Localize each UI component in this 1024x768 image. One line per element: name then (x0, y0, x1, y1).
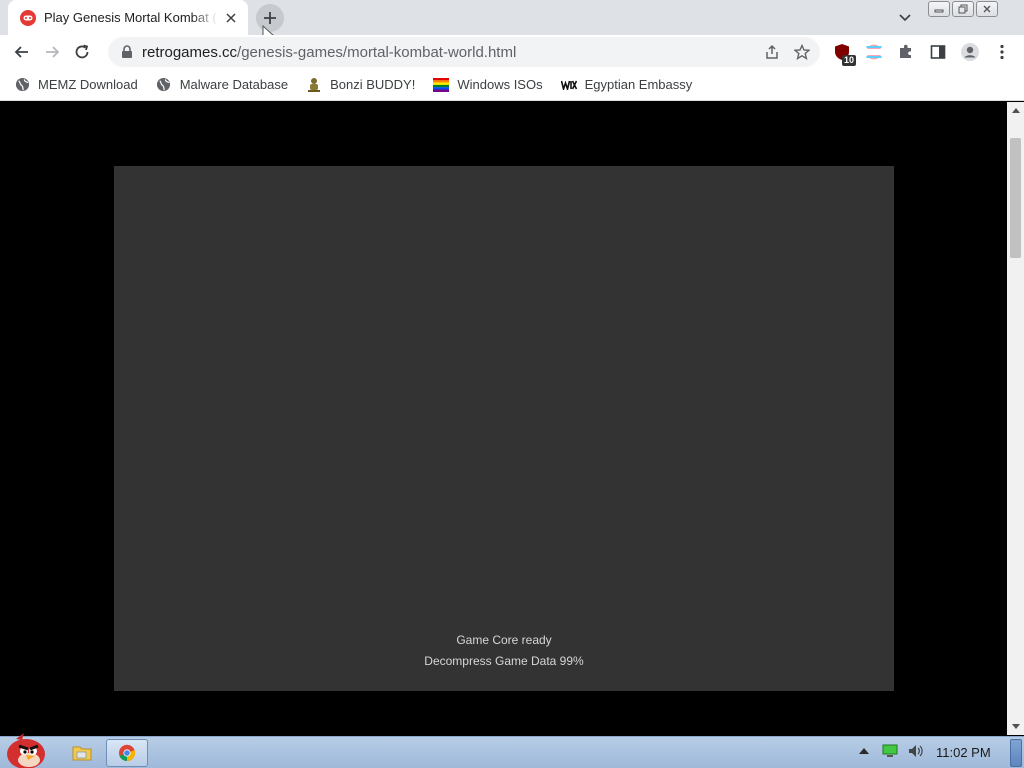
game-core-status: Game Core ready (456, 633, 552, 647)
bookmark-memz-download[interactable]: MEMZ Download (14, 77, 138, 93)
puzzle-extensions-icon[interactable] (894, 40, 918, 64)
minimize-icon (934, 9, 944, 13)
side-panel-icon[interactable] (926, 40, 950, 64)
forward-button[interactable] (37, 37, 67, 67)
folder-icon (72, 746, 92, 761)
address-bar[interactable]: retrogames.cc/genesis-games/mortal-komba… (108, 37, 820, 67)
bookmark-label: Malware Database (179, 77, 289, 92)
browser-tab-active[interactable]: Play Genesis Mortal Kombat (World) (8, 0, 248, 35)
bookmark-bonzi-buddy[interactable]: Bonzi BUDDY! (306, 77, 415, 93)
system-tray (856, 743, 924, 759)
url-path: /genesis-games/mortal-kombat-world.html (237, 43, 517, 61)
start-button[interactable] (2, 731, 48, 768)
browser-toolbar: retrogames.cc/genesis-games/mortal-komba… (0, 35, 1024, 69)
bookmark-windows-isos[interactable]: Windows ISOs (433, 77, 543, 93)
restore-button[interactable] (952, 1, 974, 17)
profile-avatar-icon[interactable] (958, 40, 982, 64)
url-host: retrogames.cc (142, 43, 238, 61)
chevron-down-icon (899, 14, 911, 22)
tab-close-icon[interactable] (222, 9, 240, 27)
plus-icon (264, 12, 276, 24)
bonzi-icon (306, 77, 322, 93)
bookmark-label: Bonzi BUDDY! (330, 77, 416, 92)
bookmark-egyptian-embassy[interactable]: Egyptian Embassy (560, 77, 693, 93)
ublock-extension-icon[interactable]: 10 (830, 40, 856, 66)
scroll-up-icon[interactable] (1007, 102, 1024, 119)
page-scrollbar[interactable] (1007, 102, 1024, 735)
arrow-right-icon (46, 46, 60, 58)
close-icon (983, 5, 991, 13)
decompress-progress-status: Decompress Game Data 99% (424, 654, 584, 668)
angry-bird-start-icon (7, 733, 45, 768)
tab-strip: Play Genesis Mortal Kombat (World) (0, 0, 1024, 35)
globe-icon (14, 77, 30, 93)
tray-show-hidden-icon[interactable] (856, 743, 872, 759)
tab-title: Play Genesis Mortal Kombat (World) (44, 10, 218, 25)
scrollbar-thumb[interactable] (1010, 138, 1021, 258)
windows-taskbar: 11:02 PM (0, 733, 1024, 768)
bookmark-label: Egyptian Embassy (584, 77, 693, 92)
reload-icon (75, 44, 89, 59)
lock-icon[interactable] (120, 45, 134, 59)
bookmark-malware-database[interactable]: Malware Database (156, 77, 288, 93)
bookmarks-bar: MEMZ Download Malware Database Bonzi BUD… (0, 69, 1024, 101)
rainbow-flag-icon (433, 77, 450, 93)
window-controls (928, 1, 998, 17)
gamepad-favicon-icon (20, 9, 36, 26)
share-icon[interactable] (762, 42, 782, 62)
wix-icon (560, 77, 577, 93)
tab-search-button[interactable] (894, 7, 916, 29)
network-icon[interactable] (882, 743, 898, 759)
reload-button[interactable] (67, 37, 97, 67)
taskbar-explorer-button[interactable] (68, 739, 96, 767)
restore-icon (958, 4, 968, 14)
close-window-button[interactable] (976, 1, 998, 17)
bookmark-label: Windows ISOs (457, 77, 543, 92)
show-desktop-button[interactable] (1010, 739, 1022, 767)
pride-extension-icon[interactable] (862, 40, 886, 64)
extensions-area: 10 (830, 40, 1014, 66)
back-button[interactable] (7, 37, 37, 67)
url-text[interactable]: retrogames.cc/genesis-games/mortal-komba… (142, 44, 516, 61)
taskbar-clock[interactable]: 11:02 PM (936, 745, 991, 760)
scroll-down-icon[interactable] (1007, 718, 1024, 735)
emulator-game-canvas[interactable]: Game Core ready Decompress Game Data 99% (114, 166, 894, 691)
globe-icon (156, 77, 172, 93)
web-page-content: Game Core ready Decompress Game Data 99% (0, 102, 1007, 735)
taskbar-chrome-button[interactable] (106, 739, 148, 767)
minimize-button[interactable] (928, 1, 950, 17)
extension-badge: 10 (841, 55, 856, 66)
chrome-icon (119, 744, 136, 762)
bookmark-star-icon[interactable] (792, 42, 812, 62)
bookmark-label: MEMZ Download (38, 77, 138, 92)
menu-kebab-icon[interactable] (990, 40, 1014, 64)
arrow-left-icon (14, 46, 28, 58)
volume-icon[interactable] (908, 743, 924, 759)
